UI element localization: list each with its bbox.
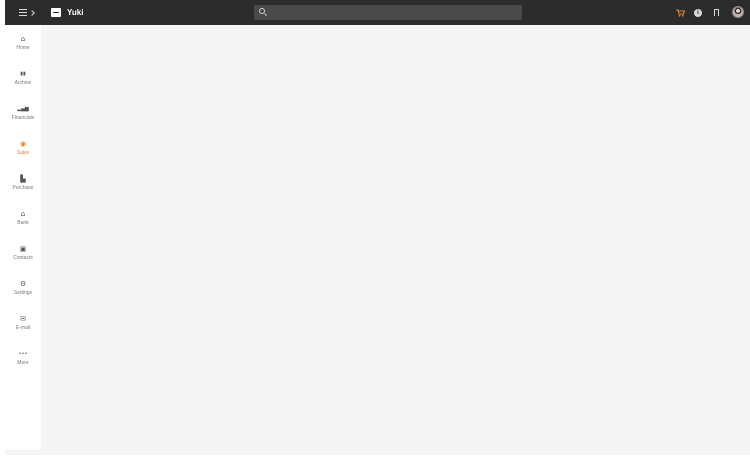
chevron-right-icon bbox=[29, 9, 35, 16]
sidebar-item-settings[interactable]: ⚙ Settings bbox=[5, 270, 41, 305]
sidebar-item-archive[interactable]: ▮▮ Archive bbox=[5, 60, 41, 95]
sidebar-item-sales[interactable]: ◉ Sales bbox=[5, 130, 41, 165]
sales-icon: ◉ bbox=[19, 139, 27, 148]
sidebar-item-label: Bank bbox=[17, 219, 29, 226]
archive-icon: ▮▮ bbox=[20, 70, 26, 77]
top-bar: Yuki i bbox=[5, 0, 750, 25]
brand-name: Yuki bbox=[67, 8, 84, 17]
sidebar-item-label: More bbox=[17, 359, 29, 366]
avatar[interactable] bbox=[732, 6, 744, 18]
search-bar[interactable] bbox=[254, 5, 522, 20]
bookmark-icon[interactable] bbox=[711, 6, 721, 19]
contacts-icon: ▣ bbox=[19, 244, 27, 253]
menu-toggle-button[interactable] bbox=[19, 6, 37, 19]
sidebar-item-label: E-mail bbox=[15, 324, 31, 331]
envelope-icon: ✉ bbox=[20, 314, 26, 323]
logo-icon bbox=[51, 8, 61, 17]
app-window: Yuki i ⌂ Home ▮▮ Archive ▂▄▆ Financials bbox=[5, 0, 750, 455]
sidebar-item-label: Financials bbox=[11, 114, 35, 121]
sidebar-item-purchase[interactable]: ▙ Purchase bbox=[5, 165, 41, 200]
cart-icon[interactable] bbox=[675, 6, 685, 19]
sidebar-item-label: Home bbox=[16, 44, 30, 51]
info-icon[interactable]: i bbox=[693, 6, 703, 19]
sidebar: ⌂ Home ▮▮ Archive ▂▄▆ Financials ◉ Sales… bbox=[5, 25, 41, 450]
sidebar-item-label: Sales bbox=[16, 149, 30, 156]
sidebar-item-label: Archive bbox=[14, 79, 32, 86]
sidebar-item-more[interactable]: ••• More bbox=[5, 340, 41, 375]
sidebar-item-label: Purchase bbox=[12, 184, 34, 191]
search-icon bbox=[259, 8, 265, 14]
gear-icon: ⚙ bbox=[19, 279, 27, 288]
sidebar-item-email[interactable]: ✉ E-mail bbox=[5, 305, 41, 340]
bar-chart-icon: ▂▄▆ bbox=[17, 105, 29, 112]
sidebar-item-contacts[interactable]: ▣ Contacts bbox=[5, 235, 41, 270]
home-icon: ⌂ bbox=[20, 34, 26, 43]
sidebar-item-label: Contacts bbox=[13, 254, 33, 261]
sidebar-item-bank[interactable]: ⌂ Bank bbox=[5, 200, 41, 235]
ellipsis-icon: ••• bbox=[18, 350, 28, 357]
sidebar-item-label: Settings bbox=[13, 289, 33, 296]
main-content bbox=[41, 25, 750, 450]
bank-icon: ⌂ bbox=[20, 209, 26, 218]
purchase-icon: ▙ bbox=[20, 174, 26, 183]
menu-icon bbox=[19, 9, 27, 17]
sidebar-item-financials[interactable]: ▂▄▆ Financials bbox=[5, 95, 41, 130]
sidebar-item-home[interactable]: ⌂ Home bbox=[5, 25, 41, 60]
search-input[interactable] bbox=[270, 6, 518, 19]
